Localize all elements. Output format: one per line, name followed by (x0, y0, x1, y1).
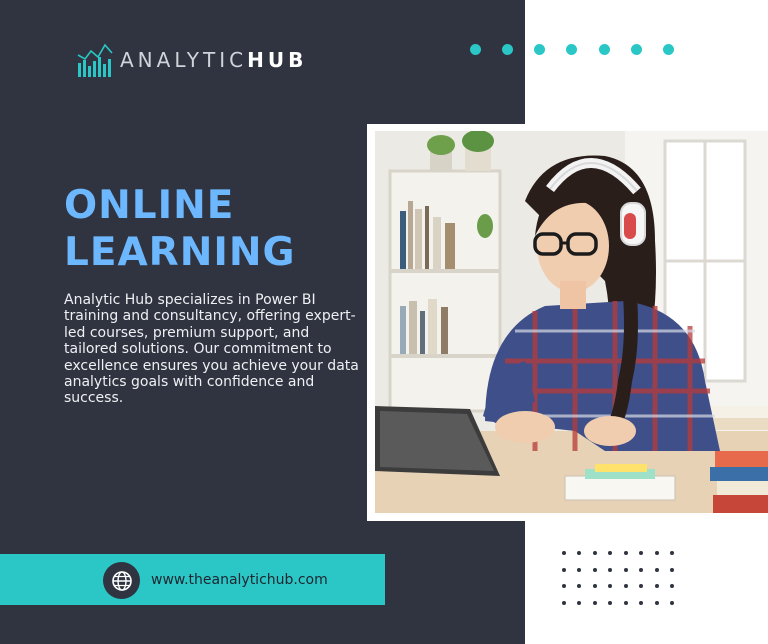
grid-dot (561, 567, 566, 572)
grid-dot (608, 600, 613, 605)
grid-dot (654, 567, 659, 572)
grid-dot (670, 584, 675, 589)
grid-dot (623, 567, 628, 572)
grid-dot (654, 600, 659, 605)
bar-chart-logo-icon (77, 43, 113, 77)
description-text: Analytic Hub specializes in Power BI tra… (64, 292, 359, 407)
grid-dot (608, 567, 613, 572)
title-line-online: ONLINE (64, 183, 235, 228)
decorative-dot-row (470, 41, 674, 57)
grid-dot (561, 584, 566, 589)
grid-dot (561, 600, 566, 605)
globe-badge (103, 562, 140, 599)
title-line-learning: LEARNING (64, 230, 296, 275)
student-illustration (375, 131, 768, 513)
decorative-dot-grid (556, 545, 680, 611)
grid-dot (623, 600, 628, 605)
website-link[interactable]: www.theanalytichub.com (151, 568, 328, 592)
grid-dot (592, 584, 597, 589)
grid-dot (592, 600, 597, 605)
decorative-dot (566, 43, 578, 55)
grid-dot (639, 600, 644, 605)
grid-dot (670, 567, 675, 572)
globe-icon (111, 570, 132, 591)
grid-dot (654, 584, 659, 589)
grid-dot (639, 584, 644, 589)
grid-dot (608, 584, 613, 589)
grid-dot (592, 567, 597, 572)
grid-dot (670, 551, 675, 556)
grid-dot (670, 600, 675, 605)
grid-dot (592, 551, 597, 556)
decorative-dot (470, 43, 481, 55)
student-photo (375, 131, 768, 513)
grid-dot (577, 600, 582, 605)
grid-dot (654, 551, 659, 556)
grid-dot (608, 551, 613, 556)
analytichub-logo: ANALYTICHUB (76, 40, 307, 80)
decorative-dot (662, 43, 674, 55)
page-title: ONLINE LEARNING (64, 182, 354, 276)
logo-text-analytic: ANALYTIC (120, 48, 248, 72)
grid-dot (577, 551, 582, 556)
grid-dot (561, 551, 566, 556)
grid-dot (623, 551, 628, 556)
logo-wordmark: ANALYTICHUB (120, 40, 307, 80)
decorative-dot (598, 43, 610, 55)
grid-dot (577, 567, 582, 572)
logo-text-hub: HUB (247, 48, 308, 72)
grid-dot (639, 551, 644, 556)
grid-dot (577, 584, 582, 589)
grid-dot (639, 567, 644, 572)
decorative-dot (534, 43, 546, 55)
decorative-dot (630, 43, 642, 55)
decorative-dot (502, 43, 514, 55)
grid-dot (623, 584, 628, 589)
